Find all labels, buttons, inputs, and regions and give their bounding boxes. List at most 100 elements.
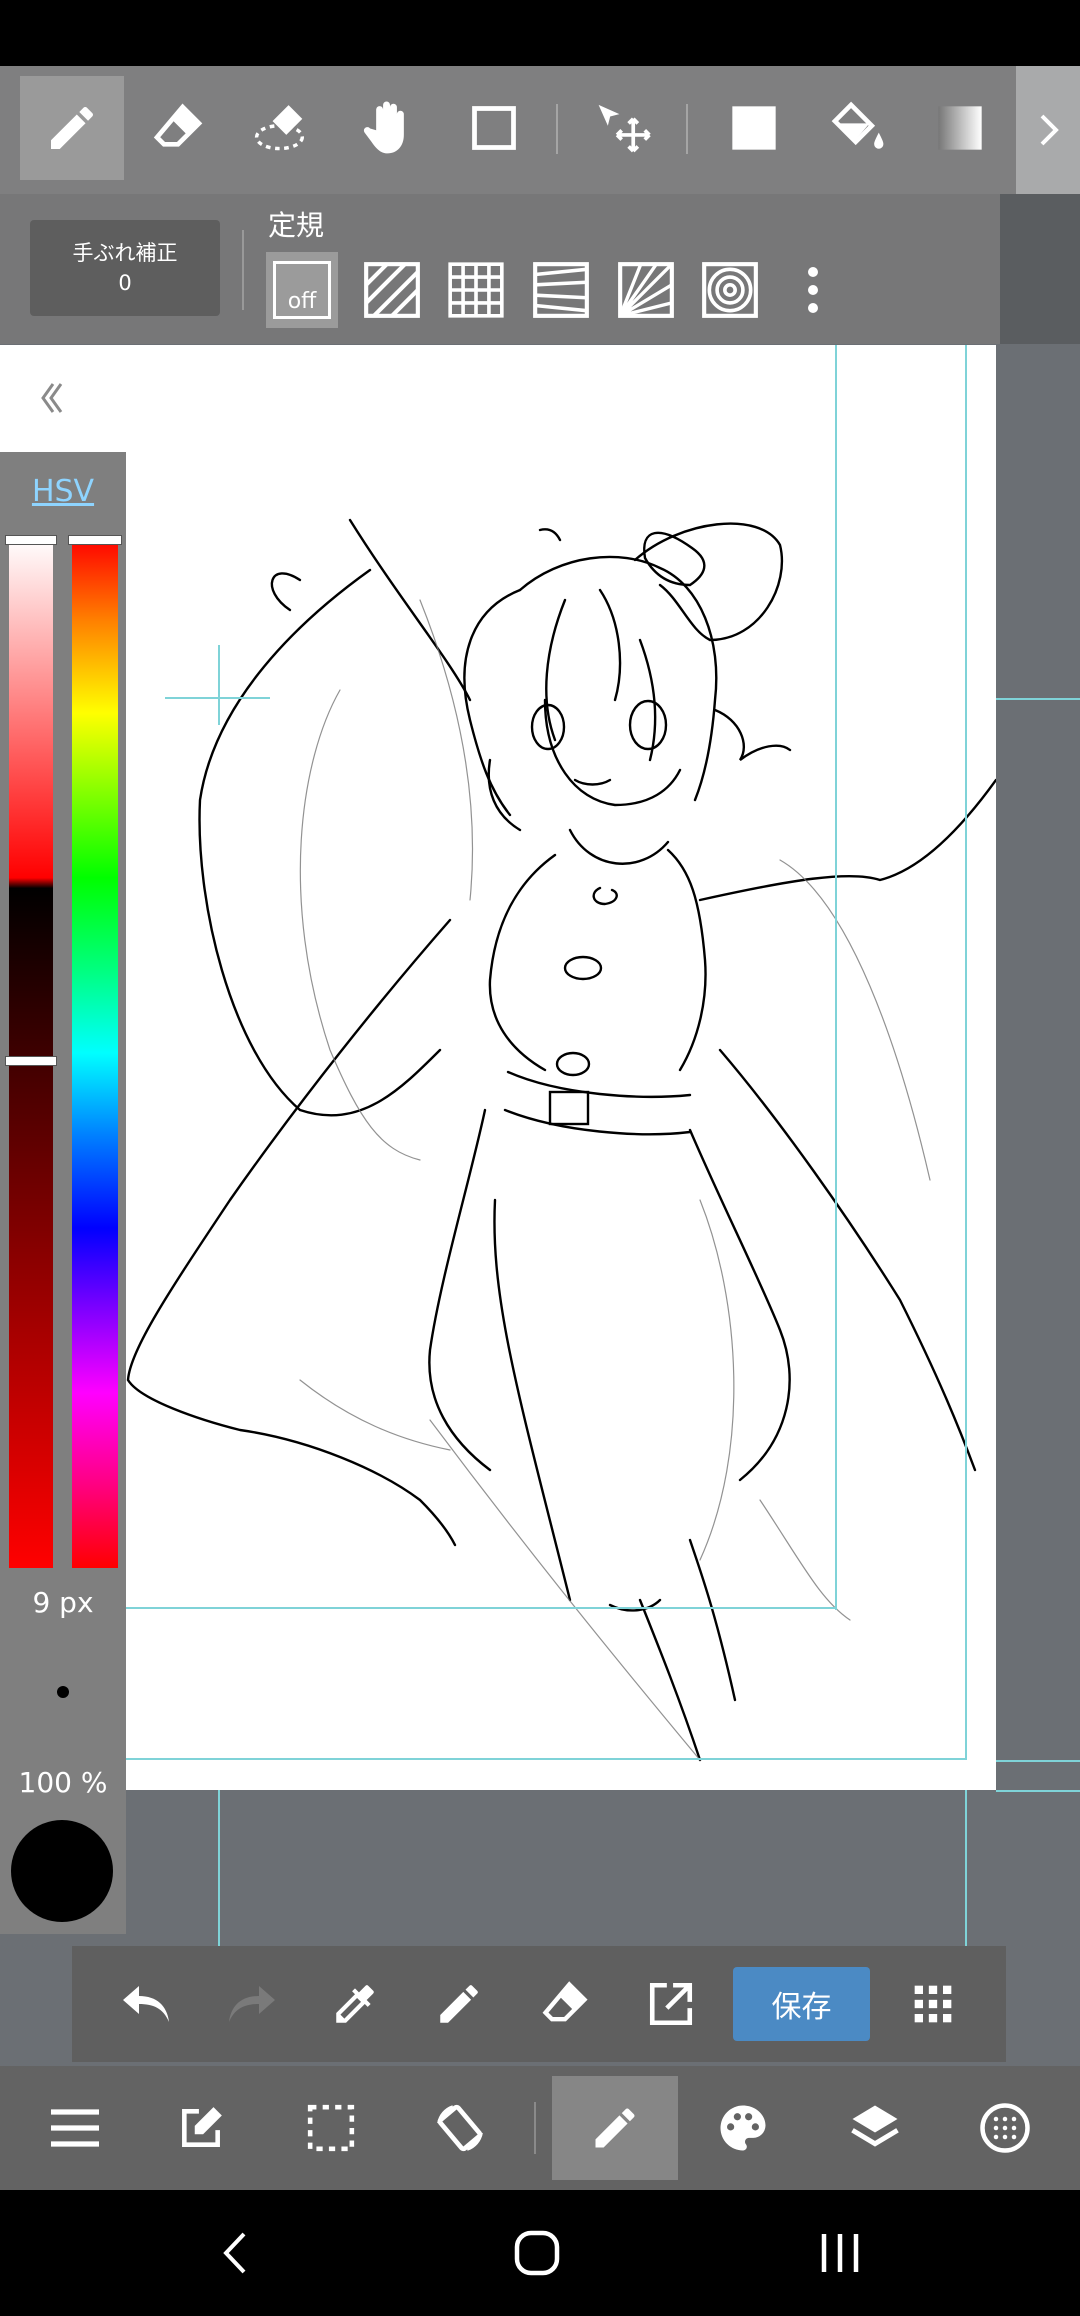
crosshair-guide	[165, 697, 270, 699]
drawing-canvas[interactable]	[0, 345, 996, 1790]
toolbar-expand-button[interactable]	[1016, 66, 1080, 194]
pen-icon	[51, 106, 94, 149]
brush-icon	[595, 2108, 635, 2148]
tool-toolbar	[0, 66, 1016, 194]
layers-menu-button[interactable]	[815, 2076, 935, 2180]
gradient-tool-button[interactable]	[908, 76, 1012, 180]
blur-eraser-icon	[254, 105, 304, 151]
ruler-guide-horizontal	[120, 1607, 837, 1609]
material-icon	[980, 2103, 1030, 2153]
rotate-menu-button[interactable]	[400, 2076, 520, 2180]
concentric-ruler-button[interactable]	[694, 252, 766, 328]
export-icon	[649, 1982, 693, 2026]
fill-rect-tool-button[interactable]	[702, 76, 806, 180]
redo-button[interactable]	[206, 1956, 296, 2052]
ruler-off-icon: off	[273, 261, 331, 319]
edit-icon	[182, 2107, 222, 2147]
double-chevron-left-icon	[41, 383, 63, 413]
undo-icon	[123, 1986, 169, 2022]
ruler-guide-horizontal	[996, 698, 1080, 700]
ruler-toolbar-side	[1000, 194, 1080, 344]
pen-icon	[440, 1985, 478, 2023]
move-tool-button[interactable]	[572, 76, 676, 180]
ruler-more-button[interactable]	[776, 252, 850, 328]
eyedropper-button[interactable]	[310, 1956, 400, 2052]
more-vertical-icon	[808, 267, 818, 313]
palette-menu-button[interactable]	[683, 2076, 803, 2180]
eraser-tool-button[interactable]	[126, 76, 230, 180]
hand-tool-button[interactable]	[338, 76, 442, 180]
back-icon	[223, 2232, 246, 2274]
menu-icon	[51, 2109, 99, 2147]
parallel-ruler-icon	[364, 262, 420, 318]
eraser-quick-button[interactable]	[520, 1956, 610, 2052]
selection-icon	[307, 2104, 355, 2152]
ruler-guide-vertical	[965, 345, 967, 1760]
layers-icon	[851, 2105, 899, 2147]
eyedropper-icon	[336, 1985, 374, 2023]
ruler-guide-horizontal	[996, 1790, 1080, 1792]
saturation-value-slider[interactable]	[9, 538, 53, 1568]
export-button[interactable]	[626, 1956, 716, 2052]
hand-icon	[363, 101, 404, 154]
bucket-icon	[831, 101, 884, 149]
hsv-mode-link[interactable]: HSV	[0, 474, 126, 509]
eraser-icon	[542, 1981, 588, 2022]
stabilizer-label: 手ぶれ補正	[72, 241, 178, 265]
rotate-icon	[437, 2104, 483, 2152]
ruler-guide-vertical	[835, 345, 837, 1610]
sketch-artwork	[126, 518, 996, 1762]
undo-button[interactable]	[102, 1956, 192, 2052]
ruler-label: 定規	[268, 209, 325, 242]
hue-slider[interactable]	[72, 538, 118, 1568]
stabilizer-button[interactable]: 手ぶれ補正 0	[30, 220, 220, 316]
blur-eraser-tool-button[interactable]	[232, 76, 336, 180]
chevron-right-icon	[1040, 114, 1059, 146]
pen-quick-button[interactable]	[414, 1956, 504, 2052]
main-menu-button[interactable]	[15, 2076, 135, 2180]
rectangle-icon	[472, 106, 516, 150]
parallel-ruler-button[interactable]	[356, 252, 428, 328]
concentric-ruler-icon	[702, 262, 758, 318]
grid-ruler-button[interactable]	[440, 252, 512, 328]
hue-handle[interactable]	[68, 535, 122, 545]
perspective-ruler-button[interactable]	[525, 252, 597, 328]
grid-ruler-icon	[448, 262, 504, 318]
pen-tool-button[interactable]	[20, 76, 124, 180]
brush-menu-button[interactable]	[552, 2076, 678, 2180]
recents-icon	[821, 2234, 859, 2272]
material-menu-button[interactable]	[945, 2076, 1065, 2180]
nav-recents-button[interactable]	[790, 2210, 890, 2296]
palette-icon	[720, 2105, 766, 2151]
radial-ruler-icon	[618, 262, 674, 318]
brush-size-preview	[57, 1686, 69, 1698]
rectangle-tool-button[interactable]	[442, 76, 546, 180]
sv-handle[interactable]	[5, 1056, 57, 1066]
selection-menu-button[interactable]	[271, 2076, 391, 2180]
bucket-tool-button[interactable]	[806, 76, 910, 180]
ruler-guide-horizontal	[996, 1760, 1080, 1762]
stabilizer-value: 0	[118, 271, 132, 295]
sv-top-handle[interactable]	[5, 535, 57, 545]
edit-menu-button[interactable]	[141, 2076, 261, 2180]
move-icon	[598, 104, 651, 153]
perspective-lines-icon	[533, 262, 589, 318]
home-icon	[514, 2230, 560, 2276]
opacity-label[interactable]: 100 %	[0, 1766, 126, 1799]
eraser-icon	[153, 103, 203, 147]
status-bar	[0, 0, 1080, 66]
gradient-icon	[938, 106, 982, 150]
redo-icon	[229, 1986, 275, 2022]
more-actions-button[interactable]	[888, 1956, 978, 2052]
brush-size-label[interactable]: 9 px	[0, 1586, 126, 1619]
current-color-swatch[interactable]	[11, 1820, 113, 1922]
panel-collapse-button[interactable]	[30, 373, 74, 423]
nav-back-button[interactable]	[185, 2210, 285, 2296]
radial-ruler-button[interactable]	[610, 252, 682, 328]
fill-rect-icon	[732, 106, 776, 150]
save-button[interactable]: 保存	[733, 1967, 870, 2041]
ruler-off-button[interactable]: off	[266, 252, 338, 328]
crosshair-guide	[218, 645, 220, 725]
grid-menu-icon	[914, 1985, 952, 2023]
nav-home-button[interactable]	[487, 2210, 587, 2296]
